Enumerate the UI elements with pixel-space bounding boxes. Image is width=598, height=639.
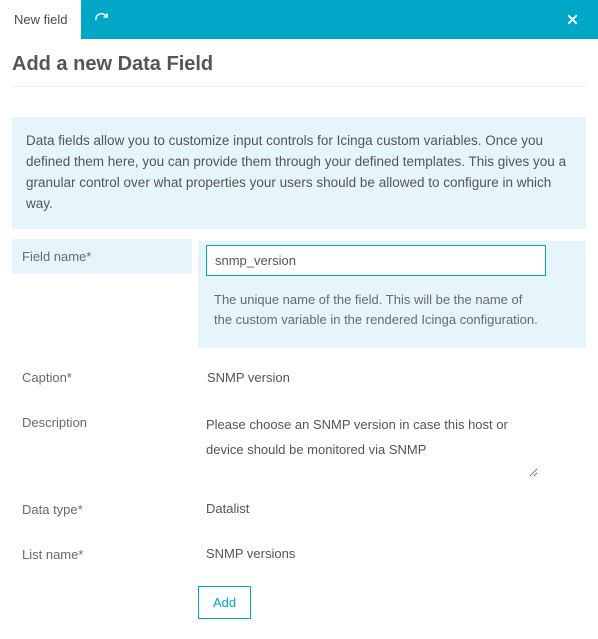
row-data-type: Data type* Datalist xyxy=(12,492,586,527)
label-data-type: Data type* xyxy=(12,492,192,527)
button-row: Add xyxy=(12,586,586,619)
page-body: Add a new Data Field Data fields allow y… xyxy=(0,39,598,639)
field-name-active-wrap: The unique name of the field. This will … xyxy=(198,241,586,348)
label-list-name: List name* xyxy=(12,537,192,572)
caption-input[interactable] xyxy=(198,362,538,393)
close-icon xyxy=(566,13,579,26)
field-name-help: The unique name of the field. This will … xyxy=(206,276,546,338)
list-name-select[interactable]: SNMP versions xyxy=(198,539,538,568)
refresh-icon xyxy=(94,12,109,27)
info-box: Data fields allow you to customize input… xyxy=(12,117,586,229)
close-button[interactable] xyxy=(552,0,592,39)
row-caption: Caption* xyxy=(12,360,586,395)
header-bar: New field xyxy=(0,0,598,39)
label-description: Description xyxy=(12,405,192,440)
add-button[interactable]: Add xyxy=(198,586,251,619)
refresh-button[interactable] xyxy=(81,0,121,39)
row-field-name: Field name* The unique name of the field… xyxy=(12,239,586,350)
field-name-input[interactable] xyxy=(206,245,546,276)
row-list-name: List name* SNMP versions xyxy=(12,537,586,572)
label-field-name: Field name* xyxy=(12,239,192,274)
tab-label: New field xyxy=(14,12,67,27)
row-description: Description xyxy=(12,405,586,482)
page-title: Add a new Data Field xyxy=(12,53,586,87)
description-textarea[interactable] xyxy=(198,407,538,477)
data-type-select[interactable]: Datalist xyxy=(198,494,538,523)
tab-new-field[interactable]: New field xyxy=(0,0,81,39)
label-caption: Caption* xyxy=(12,360,192,395)
